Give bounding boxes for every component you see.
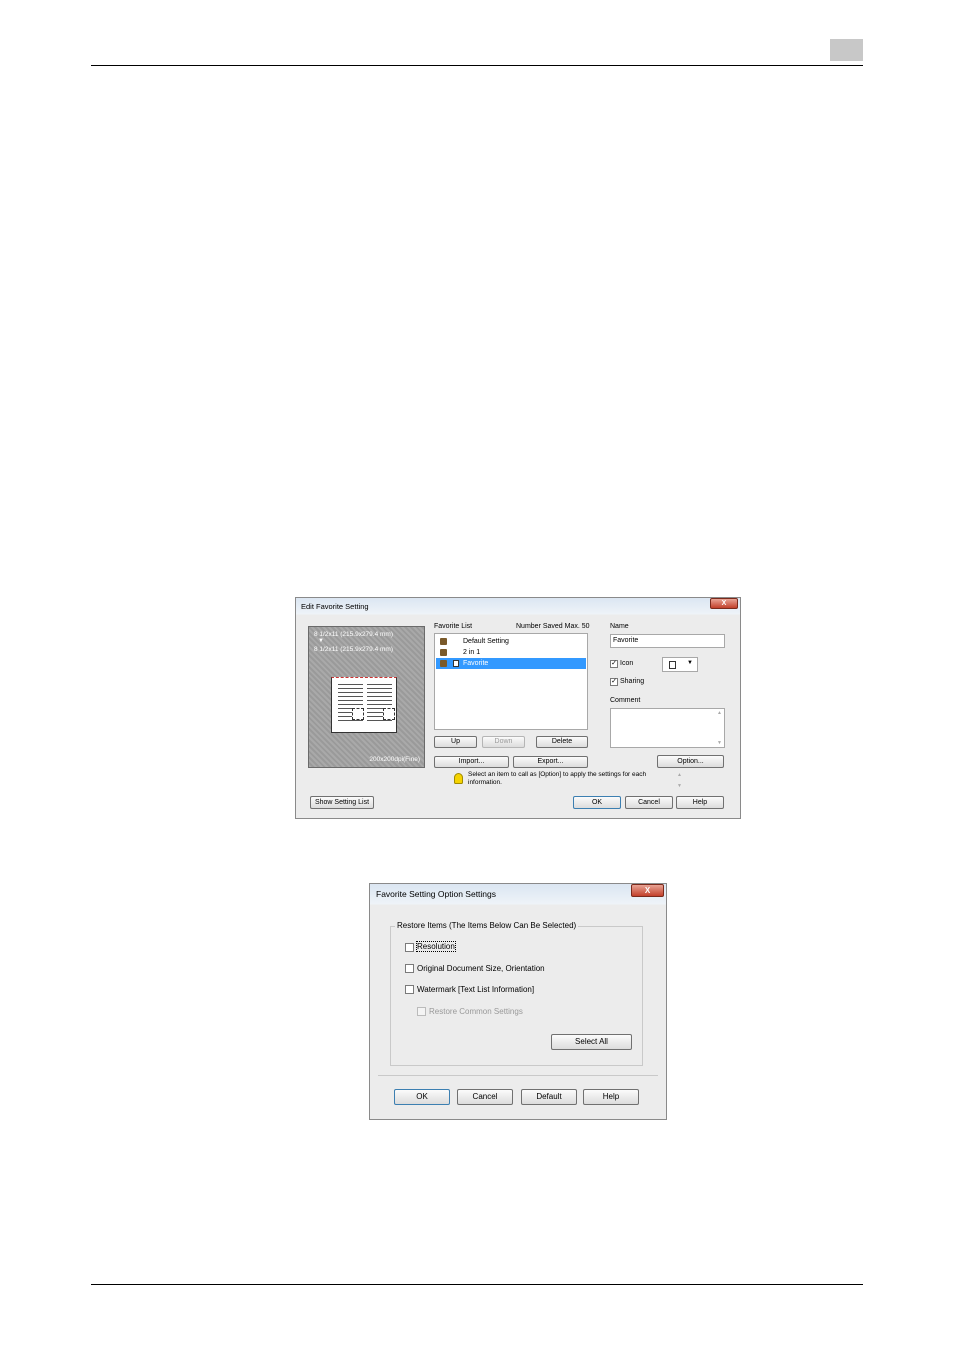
up-button[interactable]: Up (434, 736, 477, 748)
select-all-button[interactable]: Select All (551, 1034, 632, 1050)
number-saved-label: Number Saved Max. 50 (516, 623, 590, 630)
hint-scroll-down-icon[interactable]: ▼ (677, 783, 682, 789)
chevron-down-icon: ▼ (687, 660, 693, 666)
chapter-number-box (830, 39, 863, 61)
page-preview: 8 1/2x11 (215.9x279.4 mm) ▼ 8 1/2x11 (21… (308, 626, 425, 768)
watermark-checkbox[interactable] (405, 985, 414, 994)
original-size-checkbox[interactable] (405, 964, 414, 973)
close-icon: X (644, 886, 651, 895)
name-label: Name (610, 623, 629, 630)
favorite-icon (440, 638, 447, 645)
preview-stamp-left (352, 708, 364, 720)
ok-button[interactable]: OK (394, 1089, 450, 1105)
original-size-label[interactable]: Original Document Size, Orientation (417, 964, 545, 973)
resolution-checkbox[interactable] (405, 943, 414, 952)
dialog-title: Edit Favorite Setting (301, 602, 369, 611)
hint-text: Select an item to call as [Option] to ap… (468, 771, 647, 786)
name-field-value: Favorite (613, 637, 639, 644)
header-rule (91, 65, 863, 66)
comment-field[interactable]: ▲ ▼ (610, 708, 725, 748)
show-setting-list-button[interactable]: Show Setting List (310, 796, 374, 809)
down-button[interactable]: Down (482, 736, 525, 748)
preview-page-icon (331, 677, 397, 733)
favorite-list[interactable]: Default Setting 2 in 1 Favorite (434, 633, 588, 730)
sharing-checkbox[interactable]: ✓ (610, 678, 618, 686)
scroll-up-icon[interactable]: ▲ (717, 710, 722, 716)
hint-scroll-up-icon[interactable]: ▲ (677, 772, 682, 778)
list-item-selected[interactable]: Favorite (436, 658, 586, 669)
favorite-list-label: Favorite List (434, 623, 473, 630)
icon-select[interactable]: ▼ (662, 657, 698, 672)
icon-checkbox[interactable]: ✓ (610, 660, 618, 668)
dialog-title: Favorite Setting Option Settings (376, 889, 497, 899)
list-item-label: Default Setting (463, 638, 509, 645)
document-icon (453, 660, 459, 667)
name-field[interactable]: Favorite (610, 634, 725, 648)
edit-favorite-setting-dialog: Edit Favorite Setting X 8 1/2x11 (215.9x… (295, 597, 741, 819)
export-button[interactable]: Export... (513, 756, 588, 768)
option-button[interactable]: Option... (657, 755, 724, 768)
close-button[interactable]: X (631, 884, 664, 897)
help-button[interactable]: Help (676, 796, 724, 809)
preview-resolution: 200x200dpi(Fine) (369, 756, 420, 763)
document-icon (669, 661, 676, 669)
import-button[interactable]: Import... (434, 756, 509, 768)
restore-common-checkbox[interactable] (417, 1007, 426, 1016)
lightbulb-icon (454, 773, 463, 784)
comment-label: Comment (610, 697, 641, 704)
preview-arrow-icon: ▼ (318, 638, 324, 644)
icon-label: Icon (620, 660, 634, 667)
preview-stamp-right (383, 708, 395, 720)
scroll-down-icon[interactable]: ▼ (717, 740, 722, 746)
divider (378, 1075, 658, 1076)
preview-size-original: 8 1/2x11 (215.9x279.4 mm) (314, 631, 394, 638)
favorite-icon (440, 649, 447, 656)
restore-common-label[interactable]: Restore Common Settings (429, 1007, 523, 1016)
resolution-label[interactable]: Resolution (416, 941, 456, 952)
close-button[interactable]: X (710, 598, 738, 609)
ok-button[interactable]: OK (573, 796, 621, 809)
favorite-setting-option-dialog: Favorite Setting Option Settings X Resto… (369, 883, 667, 1120)
list-item-label: Favorite (463, 660, 489, 667)
restore-items-group-label: Restore Items (The Items Below Can Be Se… (395, 921, 579, 930)
list-item[interactable]: Default Setting (436, 636, 586, 647)
cancel-button[interactable]: Cancel (625, 796, 673, 809)
close-icon: X (721, 600, 727, 607)
favorite-icon (440, 660, 447, 667)
watermark-label[interactable]: Watermark [Text List Information] (417, 985, 534, 994)
footer-rule (91, 1284, 863, 1285)
list-item-label: 2 in 1 (463, 649, 481, 656)
delete-button[interactable]: Delete (536, 736, 588, 748)
cancel-button[interactable]: Cancel (457, 1089, 513, 1105)
preview-size-output: 8 1/2x11 (215.9x279.4 mm) (314, 646, 394, 653)
sharing-label: Sharing (620, 678, 645, 685)
help-button[interactable]: Help (583, 1089, 639, 1105)
default-button[interactable]: Default (521, 1089, 577, 1105)
list-item[interactable]: 2 in 1 (436, 647, 586, 658)
